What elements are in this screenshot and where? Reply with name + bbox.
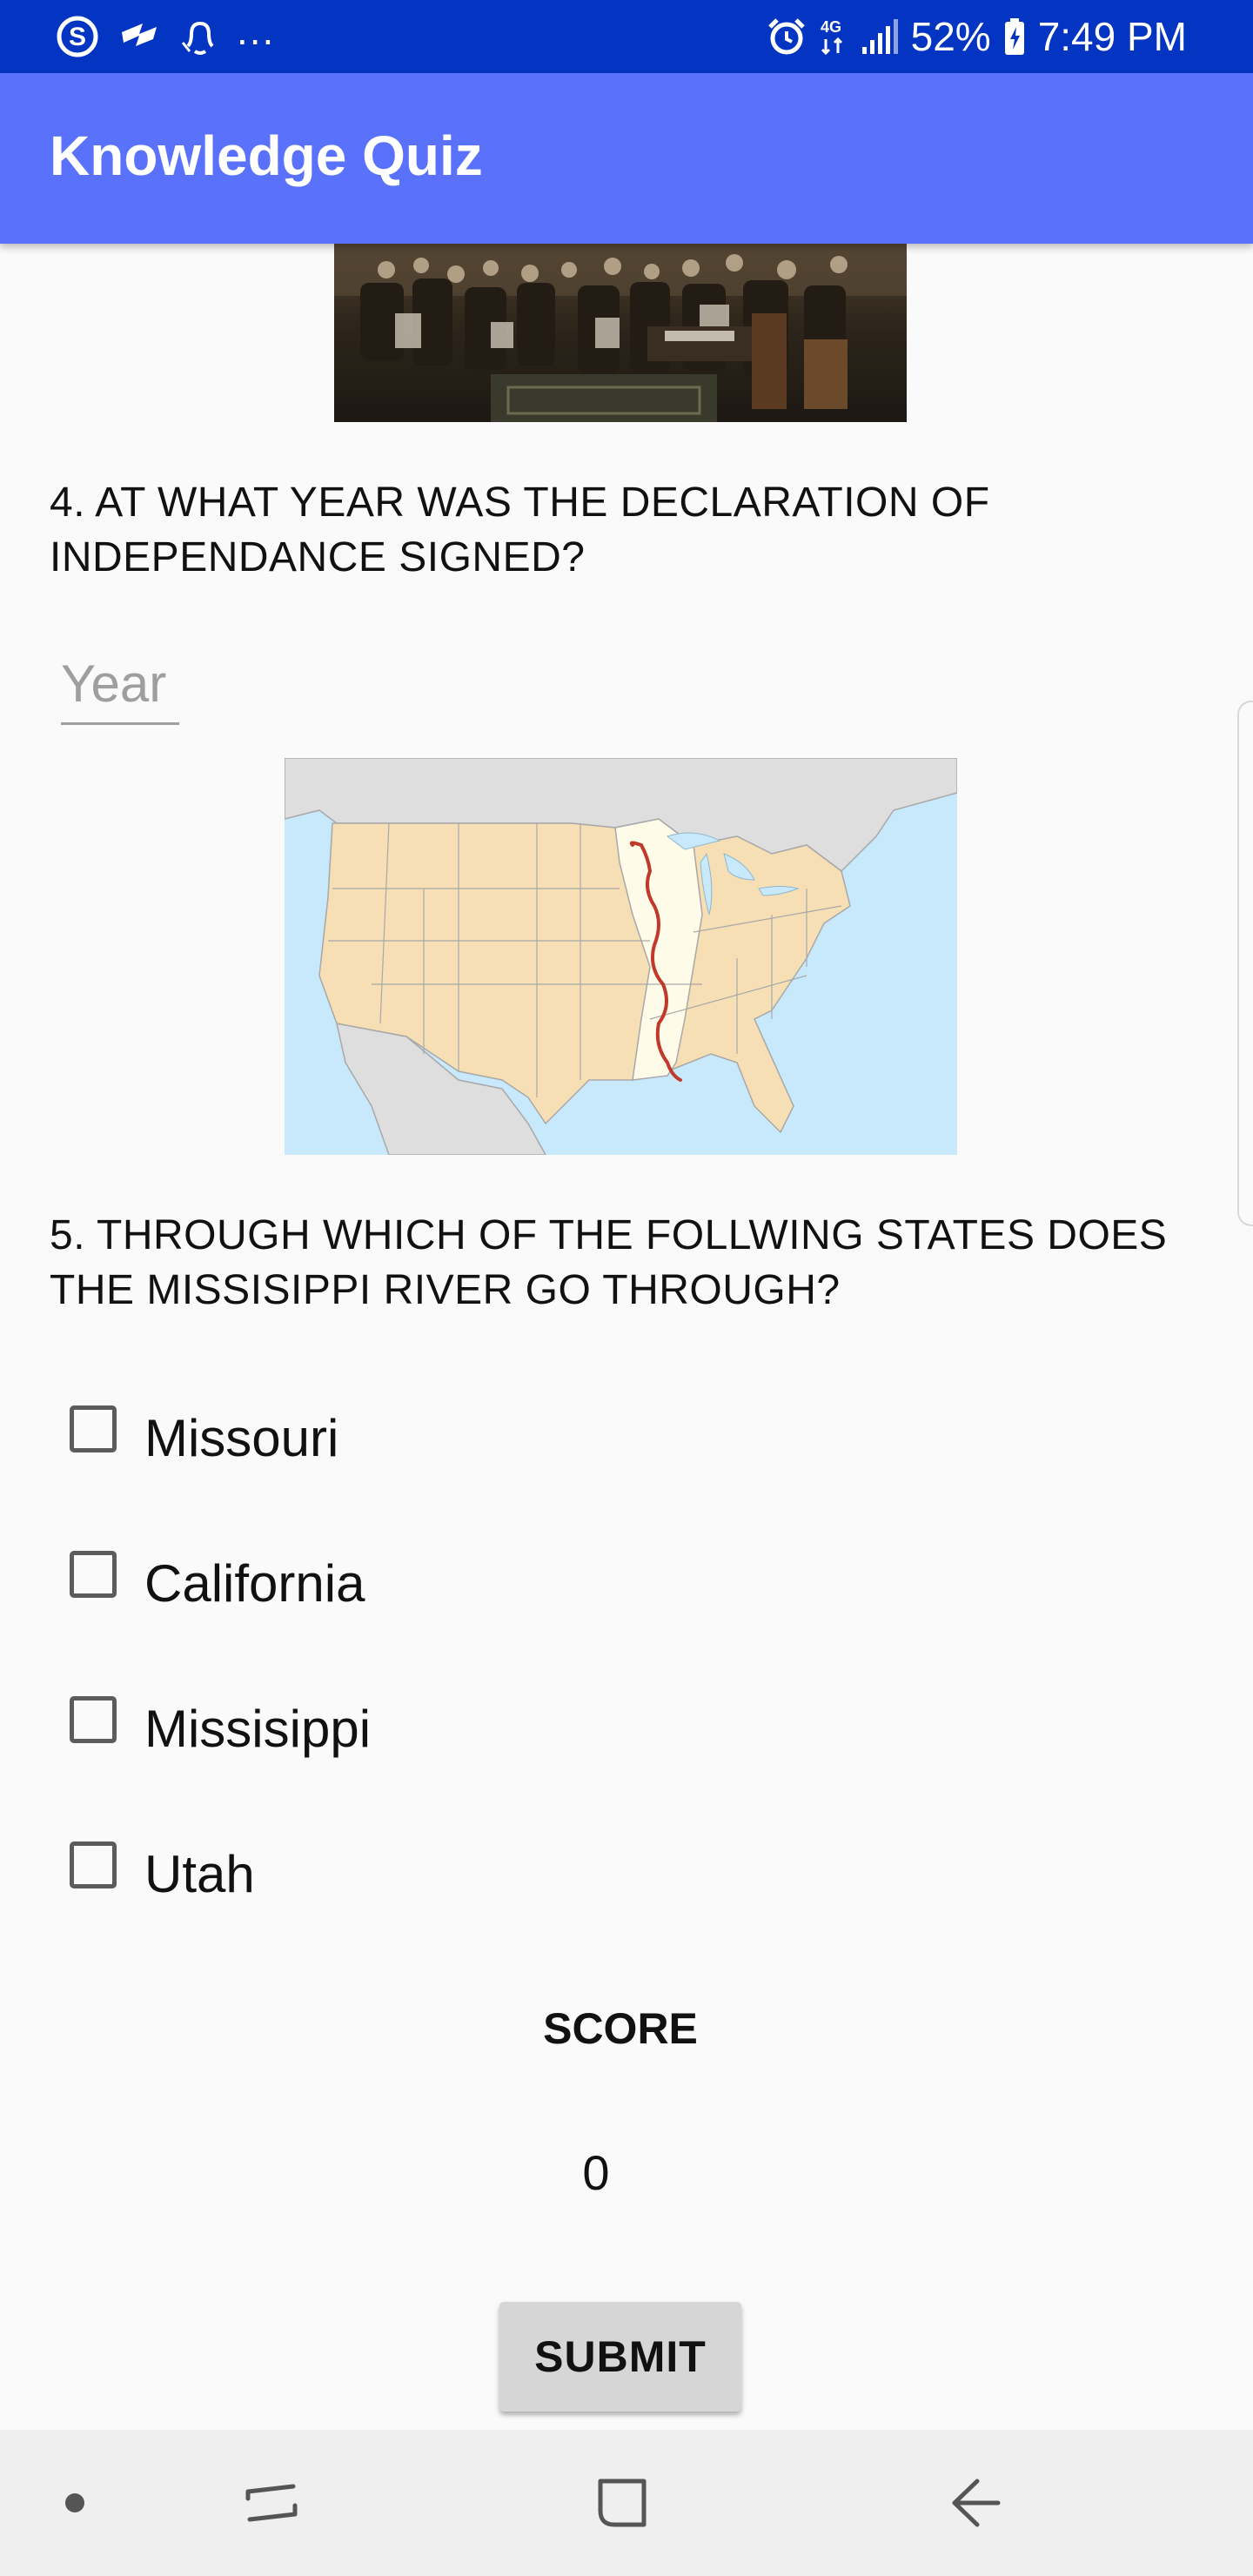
- app-bar: Knowledge Quiz: [0, 73, 1253, 244]
- checkbox-utah[interactable]: [70, 1841, 117, 1888]
- option-utah[interactable]: Utah: [70, 1821, 255, 1909]
- cast-icon: [118, 17, 160, 57]
- status-bar: S ... 4G 52% 7:49 PM: [0, 0, 1253, 73]
- dot-icon[interactable]: [40, 2468, 110, 2538]
- navigation-bar: [0, 2430, 1253, 2576]
- us-mississippi-map-image: [285, 758, 957, 1155]
- svg-text:4G: 4G: [821, 18, 841, 36]
- checkbox-california[interactable]: [70, 1551, 117, 1598]
- quiz-content[interactable]: 4. AT WHAT YEAR WAS THE DECLARATION OF I…: [0, 244, 1253, 2430]
- option-label: Missouri: [144, 1408, 339, 1467]
- checkbox-missouri[interactable]: [70, 1405, 117, 1452]
- battery-percent: 52%: [910, 14, 991, 59]
- signal-icon: [861, 17, 899, 56]
- status-bar-system: 4G 52% 7:49 PM: [767, 12, 1187, 61]
- option-missisippi[interactable]: Missisippi: [70, 1676, 371, 1763]
- network-4g-icon: 4G: [819, 17, 848, 57]
- svg-text:S: S: [69, 23, 86, 51]
- year-input[interactable]: [61, 644, 179, 725]
- option-missouri[interactable]: Missouri: [70, 1385, 338, 1472]
- home-icon[interactable]: [587, 2468, 657, 2538]
- alarm-icon: [767, 17, 807, 57]
- battery-charging-icon: [1003, 17, 1026, 57]
- score-label: SCORE: [543, 2004, 698, 2053]
- score-value: 0: [582, 2145, 610, 2200]
- back-icon[interactable]: [940, 2468, 1009, 2538]
- option-california[interactable]: California: [70, 1531, 365, 1618]
- submit-button[interactable]: SUBMIT: [499, 2302, 741, 2412]
- clock: 7:49 PM: [1037, 14, 1187, 59]
- option-label: California: [144, 1553, 365, 1613]
- declaration-painting-image: [334, 244, 907, 422]
- more-notifications-indicator: ...: [237, 8, 276, 53]
- scroll-indicator[interactable]: [1237, 701, 1253, 1226]
- skype-icon: S: [56, 15, 99, 58]
- app-title: Knowledge Quiz: [50, 124, 483, 187]
- recent-apps-icon[interactable]: [237, 2468, 306, 2538]
- option-label: Utah: [144, 1844, 255, 1903]
- option-label: Missisippi: [144, 1699, 372, 1758]
- question-4-text: 4. AT WHAT YEAR WAS THE DECLARATION OF I…: [50, 480, 990, 580]
- bell-icon: [179, 17, 218, 57]
- question-5-text: 5. THROUGH WHICH OF THE FOLLWING STATES …: [50, 1212, 1168, 1313]
- status-bar-notifications: S ...: [56, 8, 276, 61]
- checkbox-missisippi[interactable]: [70, 1696, 117, 1743]
